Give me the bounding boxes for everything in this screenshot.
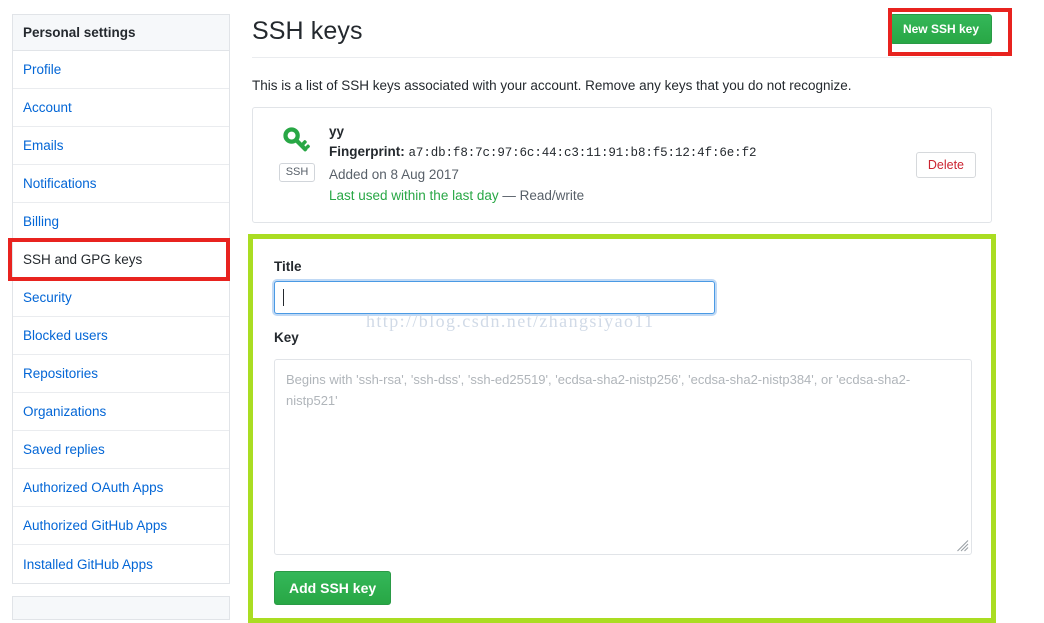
sidebar-item-label: Security	[23, 290, 72, 305]
sidebar-item-billing[interactable]: Billing	[13, 203, 229, 241]
sidebar-item-label: Repositories	[23, 366, 99, 381]
sidebar-item-label: Notifications	[23, 176, 97, 191]
ssh-key-last-used-row: Last used within the last day — Read/wri…	[329, 185, 916, 206]
sidebar-item-account[interactable]: Account	[13, 89, 229, 127]
main-content: SSH keys New SSH key This is a list of S…	[252, 14, 992, 623]
add-ssh-key-button[interactable]: Add SSH key	[274, 571, 392, 605]
sidebar-item-notifications[interactable]: Notifications	[13, 165, 229, 203]
settings-sidebar: Personal settings Profile Account Emails…	[12, 14, 230, 620]
sidebar-item-profile[interactable]: Profile	[13, 51, 229, 89]
sidebar-item-saved-replies[interactable]: Saved replies	[13, 431, 229, 469]
ssh-key-card-left: SSH	[268, 122, 326, 182]
fingerprint-value: a7:db:f8:7c:97:6c:44:c3:11:91:b8:f5:12:4…	[408, 146, 757, 160]
page-description: This is a list of SSH keys associated wi…	[252, 78, 852, 93]
sidebar-item-installed-github-apps[interactable]: Installed GitHub Apps	[13, 545, 229, 583]
sidebar-item-ssh-and-gpg-keys[interactable]: SSH and GPG keys	[13, 241, 229, 279]
sidebar-item-label: Emails	[23, 138, 64, 153]
sidebar-item-label: Blocked users	[23, 328, 108, 343]
delete-key-button[interactable]: Delete	[915, 152, 976, 178]
title-input[interactable]	[274, 281, 715, 314]
sidebar-item-authorized-oauth-apps[interactable]: Authorized OAuth Apps	[13, 469, 229, 507]
ssh-key-details: yy Fingerprint: a7:db:f8:7c:97:6c:44:c3:…	[326, 122, 916, 206]
sidebar-item-authorized-github-apps[interactable]: Authorized GitHub Apps	[13, 507, 229, 545]
sidebar-item-label: Organizations	[23, 404, 107, 419]
ssh-type-badge: SSH	[278, 163, 316, 182]
sidebar-item-label: Profile	[23, 62, 62, 77]
sidebar-item-label: Billing	[23, 214, 60, 229]
ssh-key-fingerprint-row: Fingerprint: a7:db:f8:7c:97:6c:44:c3:11:…	[329, 142, 916, 163]
sidebar-item-label: Saved replies	[23, 442, 105, 457]
sidebar-item-label: Authorized GitHub Apps	[23, 518, 168, 533]
key-field-label: Key	[274, 330, 299, 345]
sidebar-item-emails[interactable]: Emails	[13, 127, 229, 165]
sidebar-item-blocked-users[interactable]: Blocked users	[13, 317, 229, 355]
sidebar-item-label: Installed GitHub Apps	[23, 556, 153, 572]
title-field-label: Title	[274, 259, 302, 274]
fingerprint-label: Fingerprint:	[329, 144, 405, 159]
page-root: Personal settings Profile Account Emails…	[0, 0, 1044, 623]
ssh-key-card-actions: Delete	[915, 122, 976, 178]
resize-handle-icon[interactable]	[956, 539, 969, 552]
text-cursor	[283, 289, 284, 306]
key-icon	[280, 124, 314, 158]
sidebar-item-repositories[interactable]: Repositories	[13, 355, 229, 393]
form-actions: Add SSH key	[274, 571, 970, 605]
sidebar-item-security[interactable]: Security	[13, 279, 229, 317]
sidebar-item-label: Authorized OAuth Apps	[23, 480, 164, 495]
key-access-level: — Read/write	[502, 188, 585, 203]
key-textarea[interactable]: Begins with 'ssh-rsa', 'ssh-dss', 'ssh-e…	[274, 359, 972, 555]
add-ssh-key-form: Title Key Begins with 'ssh-rsa', 'ssh-ds…	[252, 237, 992, 623]
ssh-key-added-date: Added on 8 Aug 2017	[329, 167, 459, 182]
last-used-text: Last used within the last day	[329, 188, 499, 203]
ssh-key-card: SSH yy Fingerprint: a7:db:f8:7c:97:6c:44…	[252, 107, 992, 223]
sidebar-list: Profile Account Emails Notifications Bil…	[12, 50, 230, 584]
new-ssh-key-button[interactable]: New SSH key	[889, 14, 992, 44]
page-header: SSH keys New SSH key	[252, 14, 992, 58]
ssh-key-name: yy	[329, 124, 345, 139]
key-textarea-placeholder: Begins with 'ssh-rsa', 'ssh-dss', 'ssh-e…	[286, 372, 911, 408]
sidebar-header: Personal settings	[12, 14, 230, 50]
sidebar-item-label: SSH and GPG keys	[23, 252, 143, 267]
sidebar-secondary-panel	[12, 596, 230, 620]
sidebar-item-label: Account	[23, 100, 72, 115]
sidebar-item-organizations[interactable]: Organizations	[13, 393, 229, 431]
page-title: SSH keys	[252, 17, 363, 45]
